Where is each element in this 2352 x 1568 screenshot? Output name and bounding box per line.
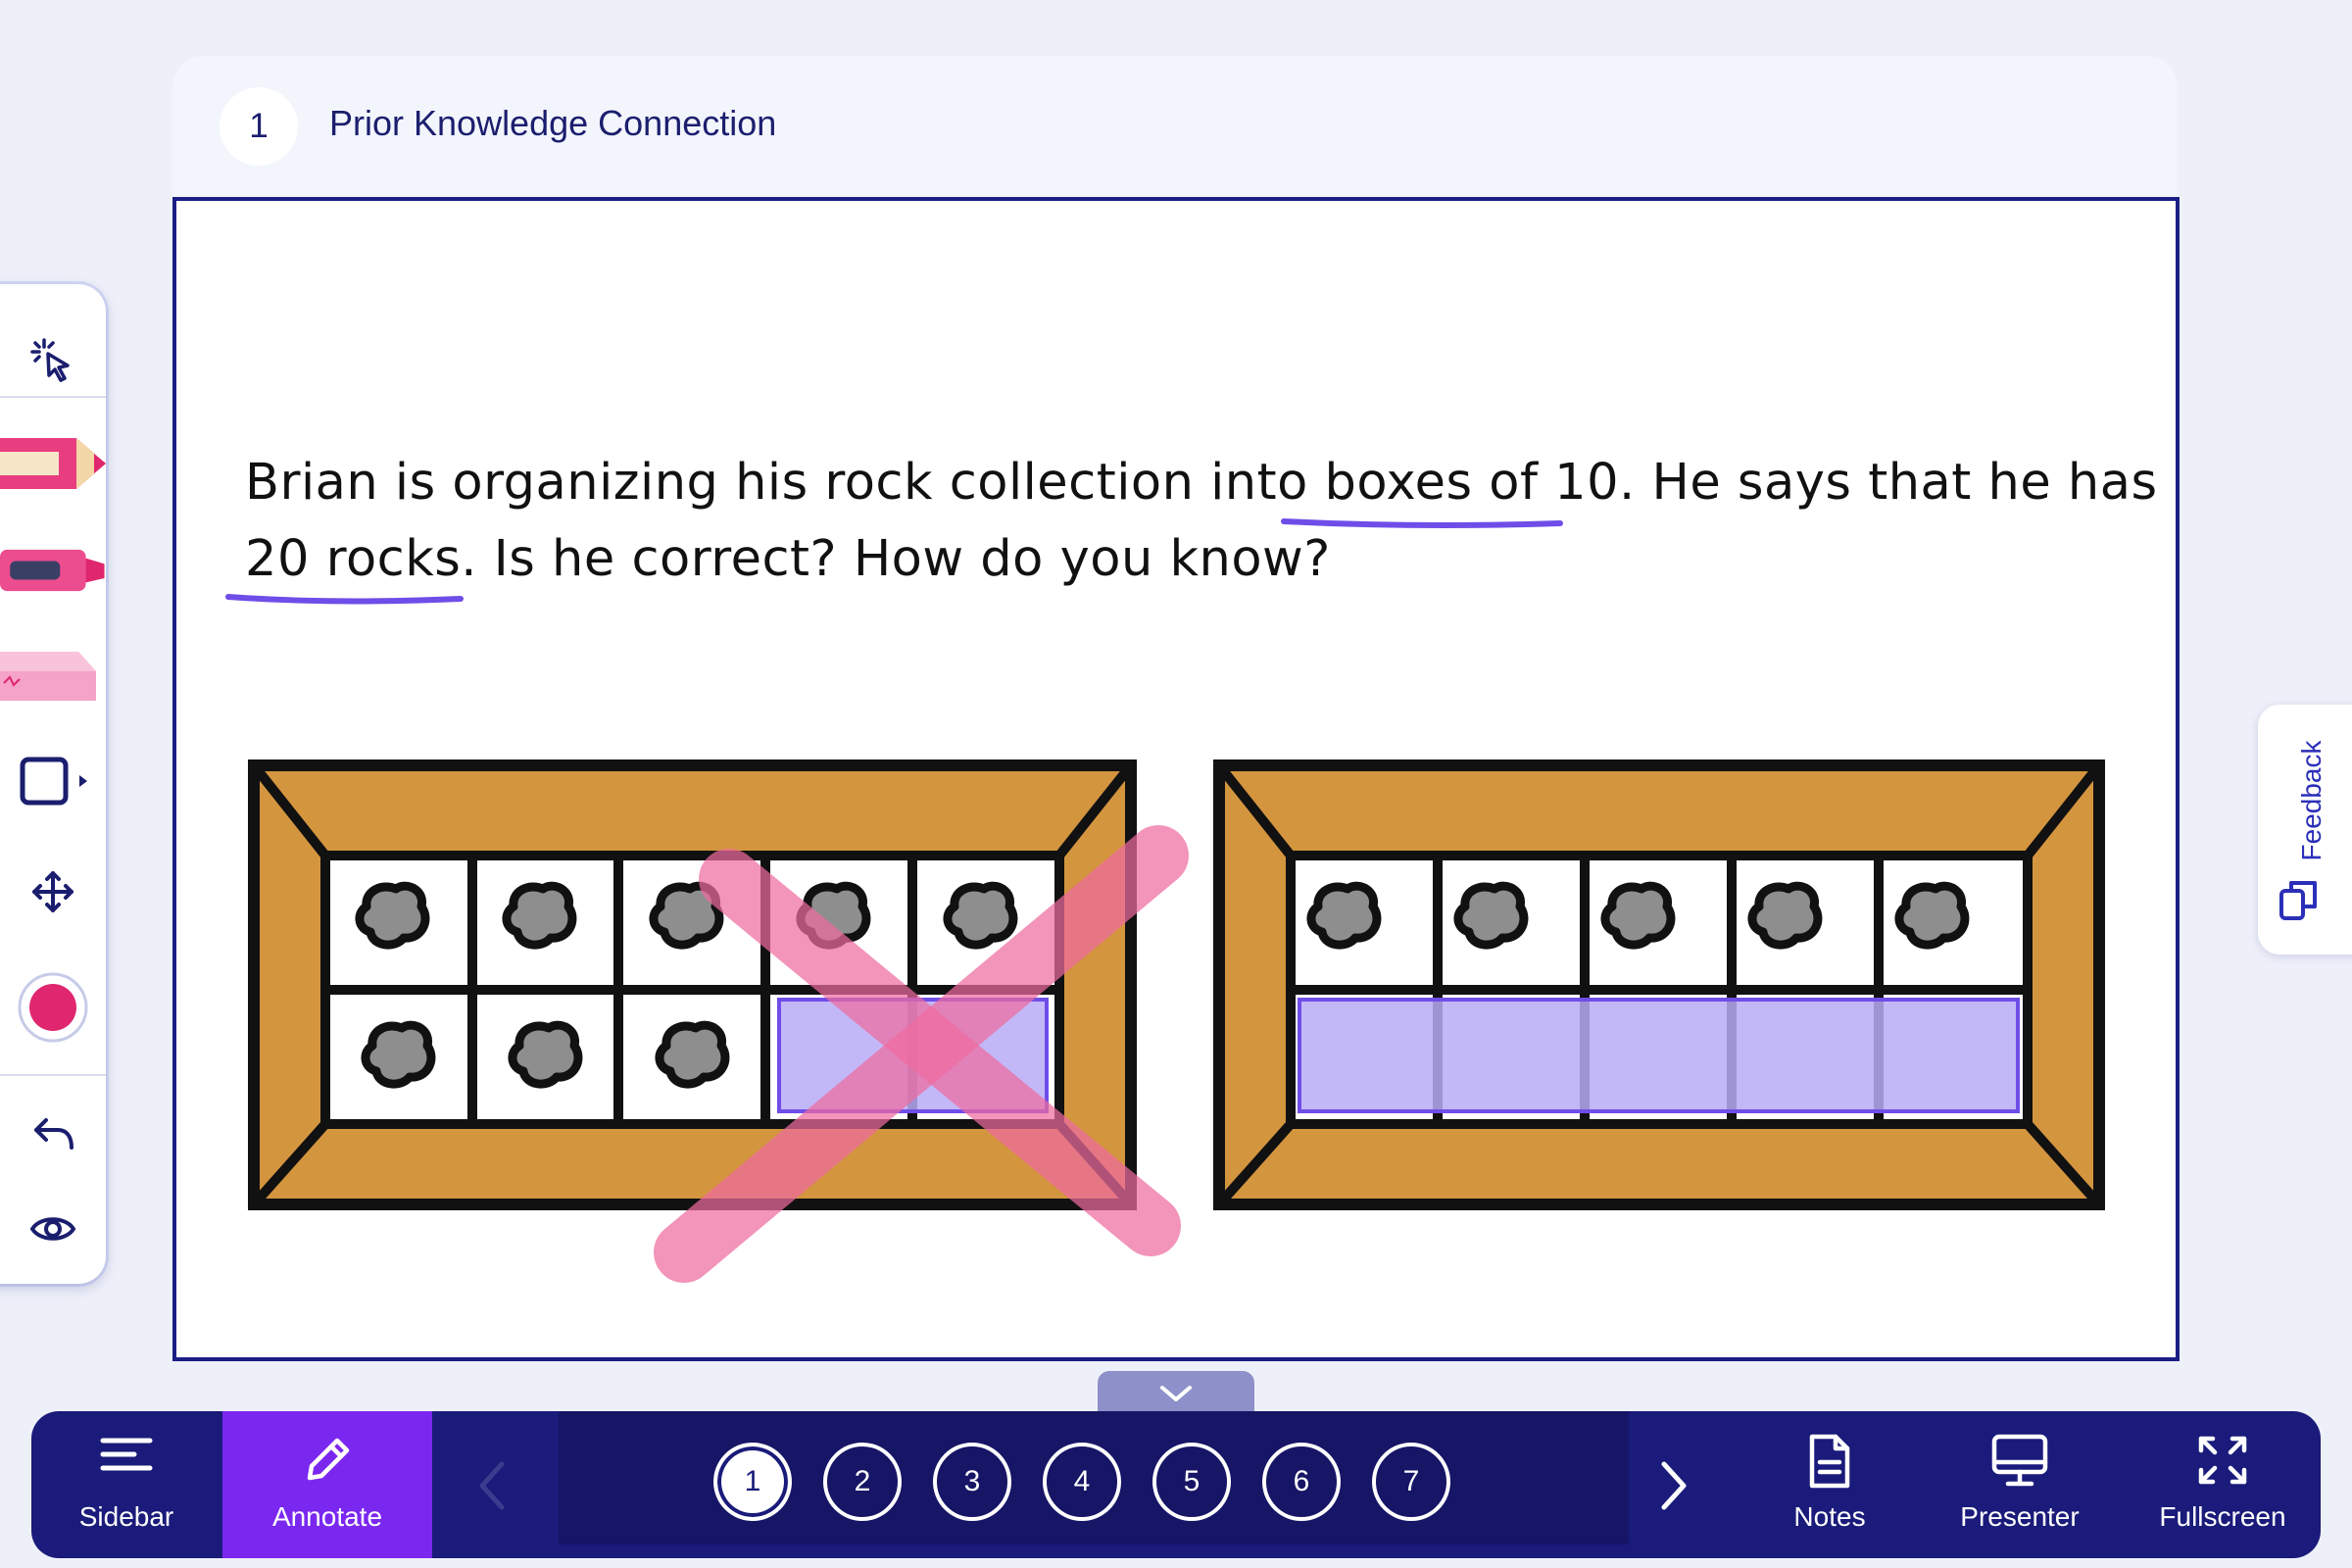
underline-annotation — [225, 594, 464, 605]
annotate-label: Annotate — [271, 1501, 383, 1532]
page-button-2[interactable]: 2 — [823, 1443, 902, 1521]
rock-icon — [1747, 881, 1823, 950]
square-shape-icon — [20, 757, 87, 806]
fullscreen-button[interactable]: Fullscreen — [2125, 1411, 2321, 1558]
sidebar-label: Sidebar — [78, 1501, 174, 1532]
presenter-button[interactable]: Presenter — [1925, 1411, 2115, 1558]
fullscreen-icon — [2198, 1436, 2247, 1485]
feedback-label: Feedback — [2296, 740, 2327, 861]
slide-illustration — [225, 518, 2105, 1283]
pencil-icon — [307, 1438, 350, 1481]
eraser-tool[interactable] — [0, 639, 106, 713]
sidebar-button[interactable]: Sidebar — [31, 1411, 221, 1558]
monitor-icon — [1991, 1434, 2048, 1487]
slide-canvas[interactable]: Brian is organizing his rock collection … — [172, 197, 2180, 1361]
rock-icon — [502, 881, 577, 950]
visibility-toggle[interactable] — [0, 1192, 106, 1266]
underline-annotation — [1281, 518, 1563, 528]
notes-label: Notes — [1793, 1501, 1866, 1532]
toolbar-divider — [0, 1074, 106, 1076]
page-button-3[interactable]: 3 — [933, 1443, 1011, 1521]
rock-icon — [508, 1020, 583, 1089]
fullscreen-label: Fullscreen — [2159, 1501, 2286, 1532]
next-slide-button[interactable] — [1629, 1411, 1711, 1558]
eraser-icon — [0, 652, 96, 701]
rock-icon — [355, 881, 430, 950]
slide-number: 1 — [220, 87, 298, 166]
annotate-button[interactable]: Annotate — [222, 1411, 432, 1558]
collapse-toolbar-handle[interactable] — [1098, 1371, 1254, 1416]
ten-frame-box-right — [1213, 760, 2105, 1210]
document-icon — [1809, 1434, 1850, 1489]
color-picker[interactable] — [0, 970, 106, 1045]
rock-icon — [1306, 881, 1382, 950]
undo-button[interactable] — [0, 1098, 106, 1172]
eye-icon — [29, 1217, 76, 1241]
slide-pager: 1 2 3 4 5 6 7 — [559, 1411, 1629, 1544]
feedback-icon — [2279, 881, 2317, 920]
rock-icon — [361, 1020, 436, 1089]
page-button-1[interactable]: 1 — [713, 1443, 792, 1521]
presenter-label: Presenter — [1960, 1501, 2080, 1532]
feedback-tab[interactable]: Feedback — [2258, 705, 2352, 955]
rock-icon — [1894, 881, 1970, 950]
highlighter-tool[interactable] — [0, 533, 106, 608]
page-button-7[interactable]: 7 — [1372, 1443, 1450, 1521]
undo-icon — [34, 1118, 74, 1150]
bottom-nav-bar: Sidebar Annotate 1 2 3 4 5 6 7 Notes Pre… — [31, 1411, 2321, 1558]
rock-icon — [1453, 881, 1529, 950]
notes-button[interactable]: Notes — [1735, 1411, 1925, 1558]
toolbar-divider — [0, 396, 106, 398]
chevron-left-icon — [479, 1461, 505, 1510]
shape-tool[interactable] — [0, 749, 106, 813]
slide-header: 1 Prior Knowledge Connection — [172, 56, 2178, 197]
highlighter-icon — [0, 549, 105, 592]
chevron-down-icon — [1160, 1386, 1192, 1401]
laser-pointer-tool[interactable] — [0, 312, 106, 410]
previous-slide-button[interactable] — [453, 1411, 531, 1558]
chevron-right-icon — [1661, 1461, 1687, 1510]
move-arrows-icon — [32, 871, 74, 912]
sidebar-lines-icon — [100, 1438, 153, 1471]
rock-icon — [1600, 881, 1676, 950]
color-swatch — [18, 972, 88, 1043]
page-button-5[interactable]: 5 — [1152, 1443, 1231, 1521]
slide-card: 1 Prior Knowledge Connection Brian is or… — [172, 56, 2180, 1361]
annotation-toolbar — [0, 284, 106, 1284]
rock-icon — [943, 881, 1018, 950]
move-tool[interactable] — [0, 862, 106, 921]
pencil-icon — [0, 438, 106, 489]
page-button-6[interactable]: 6 — [1262, 1443, 1341, 1521]
page-button-4[interactable]: 4 — [1043, 1443, 1121, 1521]
pencil-tool[interactable] — [0, 421, 106, 506]
laser-pointer-icon — [30, 338, 70, 382]
slide-title: Prior Knowledge Connection — [329, 103, 777, 143]
rock-icon — [655, 1020, 730, 1089]
